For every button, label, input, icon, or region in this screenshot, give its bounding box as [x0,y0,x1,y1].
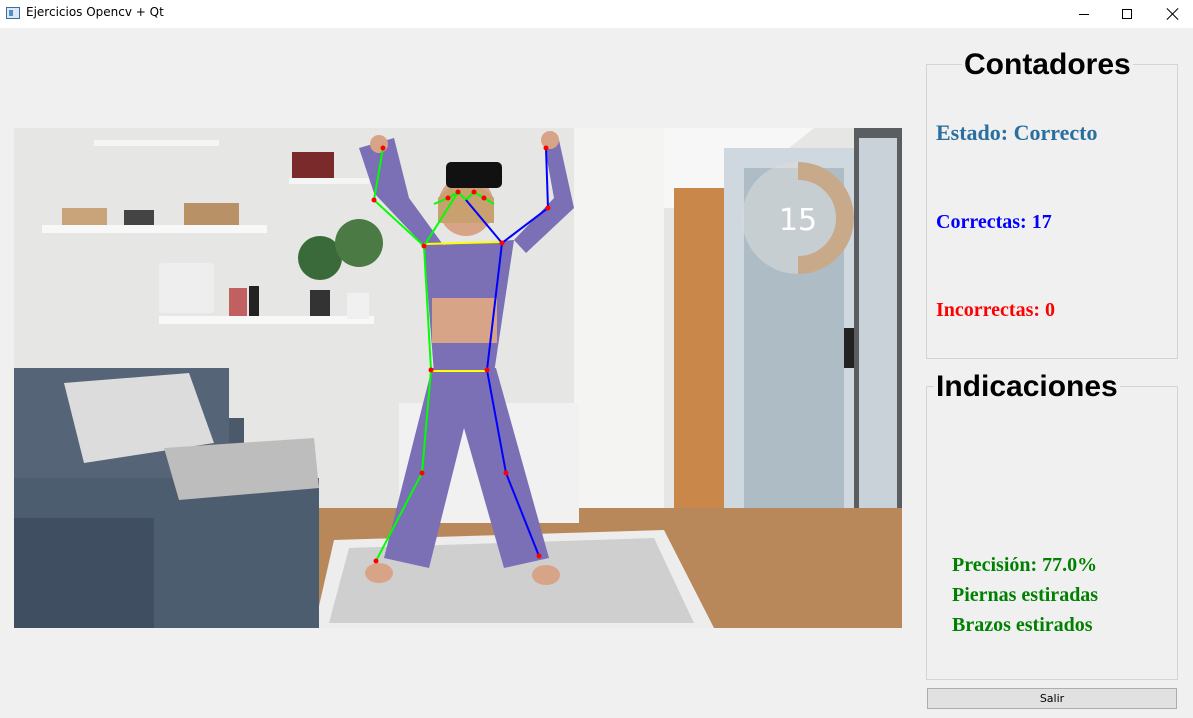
maximize-button[interactable] [1104,0,1150,28]
minimize-icon [1079,13,1089,15]
minimize-button[interactable] [1061,0,1107,28]
precision-label: Precisión: 77.0% [952,554,1098,576]
incorrectas-label: Incorrectas: 0 [936,299,1056,321]
maximize-icon [1122,9,1132,19]
indicaciones-title: Indicaciones [934,370,1120,404]
estado-label: Estado: Correcto [936,120,1098,145]
close-icon [1167,8,1179,20]
window-title: Ejercicios Opencv + Qt [26,5,164,19]
salir-button[interactable]: Salir [927,688,1177,709]
rep-counter-value: 15 [779,203,817,238]
video-feed: 15 [14,128,902,628]
video-frame: 15 [14,128,902,628]
brazos-label: Brazos estirados [952,614,1093,636]
window-title-bar: Ejercicios Opencv + Qt [0,0,1193,28]
contadores-title: Contadores [962,48,1133,82]
app-icon [6,7,20,19]
piernas-label: Piernas estiradas [952,584,1099,606]
close-button[interactable] [1150,0,1193,28]
correctas-label: Correctas: 17 [936,211,1052,233]
